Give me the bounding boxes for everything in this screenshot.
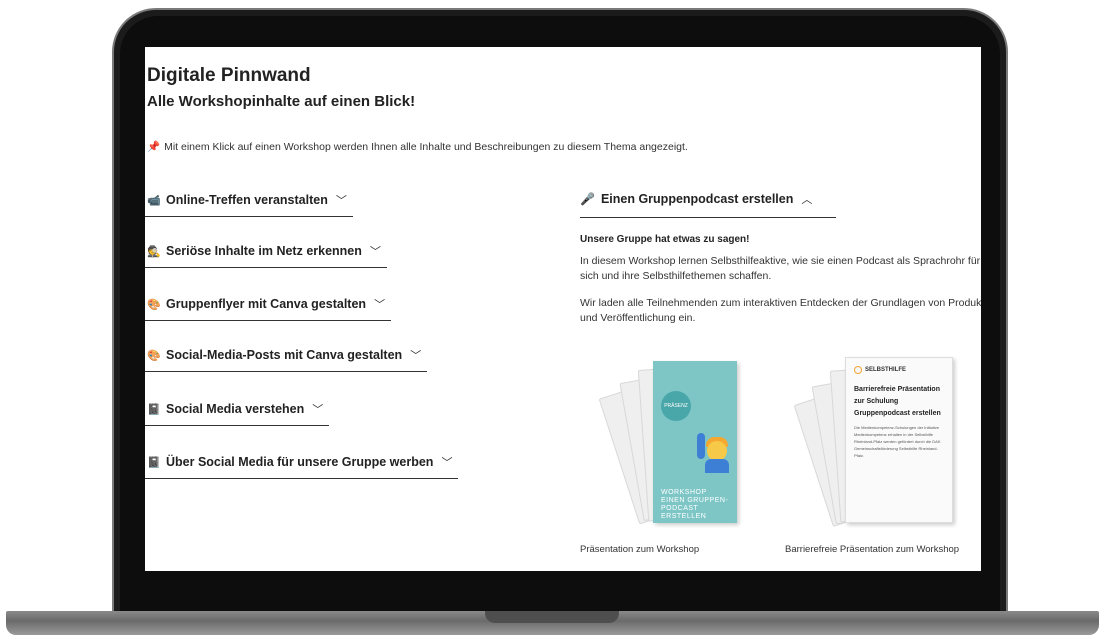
chevron-down-icon: ﹀: [441, 457, 453, 469]
book-podcast-workshop[interactable]: PRÄSENZ WORKSHOP EINEN GRUPPEN- PODCAST …: [598, 353, 753, 528]
workshop-social-media-posts[interactable]: 🎨 Social-Media-Posts mit Canva gestalten ﹀: [145, 347, 428, 372]
podcast-description-1: In diesem Workshop lernen Selbsthilfeakt…: [580, 255, 981, 282]
screen: Digitale Pinnwand Alle Workshopinhalte a…: [145, 47, 981, 571]
workshop-label: Social Media verstehen: [166, 402, 305, 416]
workshop-label: Gruppenflyer mit Canva gestalten: [166, 297, 367, 311]
caption-presentation: Präsentation zum Workshop: [580, 544, 700, 555]
book-barrierefrei[interactable]: SELBSTHILFE Barrierefreie Präsentation z…: [793, 353, 965, 528]
hint-label: Mit einem Klick auf einen Workshop werde…: [164, 141, 688, 153]
pushpin-icon: 📌: [147, 141, 161, 153]
workshop-label: Seriöse Inhalte im Netz erkennen: [166, 244, 362, 258]
chevron-down-icon: ﹀: [312, 404, 324, 416]
book-cover-description: Die Medienkompetenz-Schulungen der Initi…: [854, 425, 941, 458]
book-cover: SELBSTHILFE Barrierefreie Präsentation z…: [845, 357, 953, 523]
person-microphone-icon: [697, 433, 729, 473]
workshop-serioese-inhalte[interactable]: 🕵 Seriöse Inhalte im Netz erkennen ﹀: [145, 243, 387, 268]
workshop-gruppenflyer[interactable]: 🎨 Gruppenflyer mit Canva gestalten ﹀: [145, 296, 392, 321]
hint-text: 📌 Mit einem Klick auf einen Workshop werd…: [147, 140, 688, 153]
page-title: Digitale Pinnwand: [147, 65, 311, 86]
detective-icon: 🕵: [147, 246, 161, 258]
workshop-label: Online-Treffen veranstalten: [166, 193, 328, 207]
page-subtitle: Alle Workshopinhalte auf einen Blick!: [147, 93, 416, 110]
palette-icon: 🎨: [147, 299, 161, 311]
caption-barrierefrei: Barrierefreie Präsentation zum Workshop: [785, 544, 960, 555]
workshop-podcast-header[interactable]: 🎤 Einen Gruppenpodcast erstellen ︿: [580, 191, 837, 218]
notebook-icon: 📓: [147, 404, 161, 416]
workshop-social-media-werben[interactable]: 📓 Über Social Media für unsere Gruppe wer…: [145, 454, 459, 479]
workshop-social-media-verstehen[interactable]: 📓 Social Media verstehen ﹀: [145, 401, 330, 426]
chevron-down-icon: ﹀: [410, 350, 422, 362]
video-camera-icon: 📹: [147, 195, 161, 207]
podcast-description-2: Wir laden alle Teilnehmenden zum interak…: [580, 297, 981, 324]
workshop-label: Social-Media-Posts mit Canva gestalten: [166, 348, 403, 362]
palette-icon: 🎨: [147, 350, 161, 362]
chevron-down-icon: ﹀: [335, 195, 347, 207]
workshop-online-treffen[interactable]: 📹 Online-Treffen veranstalten ﹀: [145, 192, 353, 217]
laptop-notch: [485, 611, 619, 623]
praesenz-badge: PRÄSENZ: [661, 391, 691, 421]
podcast-tagline: Unsere Gruppe hat etwas zu sagen!: [580, 234, 750, 245]
logo-text: SELBSTHILFE: [865, 367, 907, 373]
selbsthilfe-logo: SELBSTHILFE: [854, 366, 944, 374]
chevron-down-icon: ﹀: [374, 299, 386, 311]
podcast-heading: Einen Gruppenpodcast erstellen: [600, 192, 794, 206]
book-cover-title: Barrierefreie Präsentation zur Schulung …: [854, 386, 941, 417]
workshop-label: Über Social Media für unsere Gruppe werb…: [166, 455, 434, 469]
notebook-icon: 📓: [147, 457, 161, 469]
microphone-icon: 🎤: [580, 192, 595, 206]
chevron-down-icon: ﹀: [369, 246, 381, 258]
book-cover-title: WORKSHOP EINEN GRUPPEN- PODCAST ERSTELLE…: [661, 489, 729, 520]
book-cover: PRÄSENZ WORKSHOP EINEN GRUPPEN- PODCAST …: [653, 361, 737, 523]
chevron-up-icon: ︿: [801, 194, 813, 206]
